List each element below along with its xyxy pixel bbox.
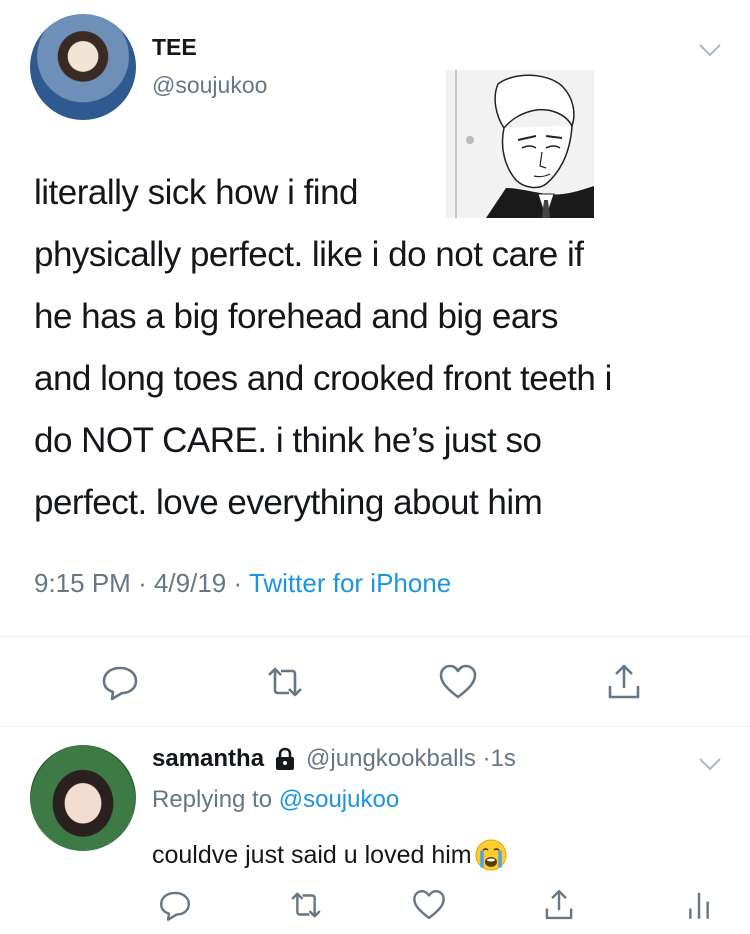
tweet-meta: 9:15 PM · 4/9/19 · Twitter for iPhone [34,568,451,599]
like-icon[interactable] [436,660,480,704]
tweet-time[interactable]: 9:15 PM [34,568,131,598]
avatar[interactable] [30,745,136,851]
tweet-text-line: and long toes and crooked front teeth i [34,359,612,398]
user-handle[interactable]: @soujukoo [152,72,267,99]
replying-to-prefix: Replying to [152,786,273,813]
tweet-text: literally sick how i find physically per… [34,162,724,534]
share-icon[interactable] [602,660,646,704]
reply-header: samantha @jungkookballs ·1s [152,745,516,773]
divider [0,636,750,637]
user-handle-line: @jungkookballs ·1s [306,745,516,773]
analytics-icon[interactable] [680,886,718,924]
lock-icon [274,747,296,771]
replying-to: Replying to @soujukoo [152,786,399,814]
avatar[interactable] [30,14,136,120]
reply-time[interactable]: 1s [491,745,516,772]
share-icon[interactable] [540,886,578,924]
display-name[interactable]: TEE [152,34,197,61]
separator-dot: · [233,568,243,598]
separator-dot: · [138,568,147,598]
retweet-icon[interactable] [287,886,325,924]
crying-face-emoji [474,838,508,872]
reply-icon[interactable] [98,660,142,704]
user-handle[interactable]: @jungkookballs [306,745,476,772]
tweet-text-line: perfect. love everything about him [34,483,543,522]
retweet-icon[interactable] [263,660,307,704]
separator-dot: · [482,745,491,772]
like-icon[interactable] [410,886,448,924]
tweet-text-line: he has a big forehead and big ears [34,297,558,336]
tweet-text-line: literally sick how i find [34,173,359,212]
reply-text-content: couldve just said u loved him [152,840,472,869]
reply-text: couldve just said u loved him [152,838,508,872]
tweet-date[interactable]: 4/9/19 [154,568,226,598]
tweet-text-line: physically perfect. like i do not care i… [34,235,584,274]
divider [0,726,750,727]
tweet-text-line: do NOT CARE. i think he’s just so [34,421,542,460]
chevron-down-icon[interactable] [698,756,722,772]
display-name[interactable]: samantha [152,745,264,773]
mention-link[interactable]: @soujukoo [279,786,399,813]
reply-icon[interactable] [156,886,194,924]
tweet-source-link[interactable]: Twitter for iPhone [249,568,451,598]
chevron-down-icon[interactable] [698,42,722,58]
